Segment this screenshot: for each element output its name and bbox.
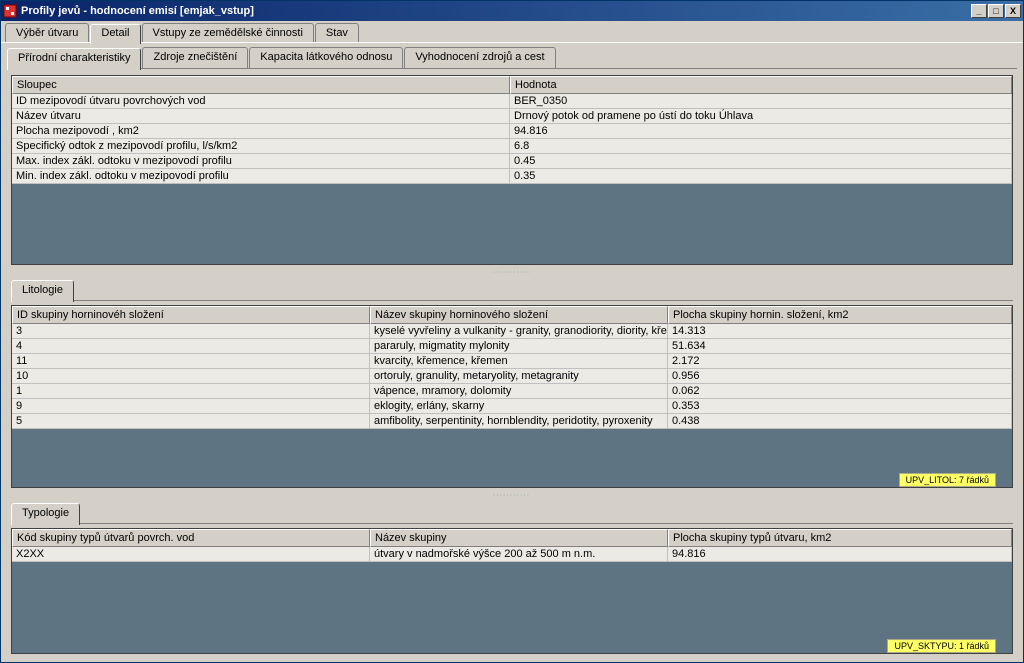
app-icon bbox=[3, 4, 17, 18]
maximize-button[interactable]: □ bbox=[988, 4, 1004, 18]
table-cell: kyselé vyvřeliny a vulkanity - granity, … bbox=[370, 324, 668, 339]
grid2-header: ID skupiny horninovéh složení Název skup… bbox=[12, 306, 1012, 324]
grid2-col-id[interactable]: ID skupiny horninovéh složení bbox=[12, 306, 370, 324]
tab-detail[interactable]: Detail bbox=[90, 24, 140, 44]
grid-characteristics: Sloupec Hodnota ID mezipovodí útvaru pov… bbox=[11, 75, 1013, 265]
tab-stav[interactable]: Stav bbox=[315, 23, 359, 43]
close-button[interactable]: X bbox=[1005, 4, 1021, 18]
tab-litologie[interactable]: Litologie bbox=[11, 280, 74, 302]
grid1-col-hodnota[interactable]: Hodnota bbox=[510, 76, 1012, 94]
table-row[interactable]: 4pararuly, migmatity mylonity51.634 bbox=[12, 339, 1012, 354]
table-row[interactable]: 11kvarcity, křemence, křemen2.172 bbox=[12, 354, 1012, 369]
table-cell: 9 bbox=[12, 399, 370, 414]
table-cell: amfibolity, serpentinity, hornblendity, … bbox=[370, 414, 668, 429]
table-cell: 0.438 bbox=[668, 414, 1012, 429]
grid2-col-nazev[interactable]: Název skupiny horninového složení bbox=[370, 306, 668, 324]
table-cell: 1 bbox=[12, 384, 370, 399]
table-row[interactable]: Max. index zákl. odtoku v mezipovodí pro… bbox=[12, 154, 1012, 169]
section-typologie-tabs: Typologie bbox=[11, 502, 1013, 524]
grid3-col-kod[interactable]: Kód skupiny typů útvarů povrch. vod bbox=[12, 529, 370, 547]
table-row[interactable]: Plocha mezipovodí , km294.816 bbox=[12, 124, 1012, 139]
grid3-header: Kód skupiny typů útvarů povrch. vod Náze… bbox=[12, 529, 1012, 547]
table-cell: 4 bbox=[12, 339, 370, 354]
table-cell: 94.816 bbox=[510, 124, 1012, 139]
subtab-kapacita[interactable]: Kapacita látkového odnosu bbox=[249, 47, 403, 69]
table-row[interactable]: 3kyselé vyvřeliny a vulkanity - granity,… bbox=[12, 324, 1012, 339]
splitter-1[interactable]: ••••••••••• bbox=[7, 269, 1017, 275]
grid3-col-plocha[interactable]: Plocha skupiny typů útvaru, km2 bbox=[668, 529, 1012, 547]
table-row[interactable]: Min. index zákl. odtoku v mezipovodí pro… bbox=[12, 169, 1012, 184]
table-row[interactable]: 9eklogity, erlány, skarny0.353 bbox=[12, 399, 1012, 414]
table-cell: ID mezipovodí útvaru povrchových vod bbox=[12, 94, 510, 109]
table-row[interactable]: Specifický odtok z mezipovodí profilu, l… bbox=[12, 139, 1012, 154]
subtab-vyhodnoceni[interactable]: Vyhodnocení zdrojů a cest bbox=[404, 47, 555, 69]
titlebar: Profily jevů - hodnocení emisí [emjak_vs… bbox=[1, 1, 1023, 21]
table-row[interactable]: Název útvaruDrnový potok od pramene po ú… bbox=[12, 109, 1012, 124]
table-cell: BER_0350 bbox=[510, 94, 1012, 109]
table-cell: 0.35 bbox=[510, 169, 1012, 184]
table-cell: 3 bbox=[12, 324, 370, 339]
table-cell: vápence, mramory, dolomity bbox=[370, 384, 668, 399]
grid3-fill: UPV_SKTYPU: 1 řádků bbox=[12, 562, 1012, 653]
table-row[interactable]: ID mezipovodí útvaru povrchových vodBER_… bbox=[12, 94, 1012, 109]
status-typologie: UPV_SKTYPU: 1 řádků bbox=[887, 639, 996, 653]
table-cell: Max. index zákl. odtoku v mezipovodí pro… bbox=[12, 154, 510, 169]
tab-vyber-utvaru[interactable]: Výběr útvaru bbox=[5, 23, 89, 43]
table-row[interactable]: 10ortoruly, granulity, metaryolity, meta… bbox=[12, 369, 1012, 384]
subtab-zdroje[interactable]: Zdroje znečištění bbox=[142, 47, 248, 69]
grid1-body: ID mezipovodí útvaru povrchových vodBER_… bbox=[12, 94, 1012, 184]
table-cell: 2.172 bbox=[668, 354, 1012, 369]
app-window: Profily jevů - hodnocení emisí [emjak_vs… bbox=[0, 0, 1024, 663]
table-cell: 5 bbox=[12, 414, 370, 429]
table-cell: 14.313 bbox=[668, 324, 1012, 339]
table-cell: 10 bbox=[12, 369, 370, 384]
sub-tabs: Přírodní charakteristiky Zdroje znečiště… bbox=[7, 47, 1017, 69]
section-litologie-tabs: Litologie bbox=[11, 279, 1013, 301]
grid1-header: Sloupec Hodnota bbox=[12, 76, 1012, 94]
grid-typologie: Kód skupiny typů útvarů povrch. vod Náze… bbox=[11, 528, 1013, 654]
tab-vstupy[interactable]: Vstupy ze zemědělské činnosti bbox=[142, 23, 314, 43]
grid2-body: 3kyselé vyvřeliny a vulkanity - granity,… bbox=[12, 324, 1012, 429]
table-cell: Název útvaru bbox=[12, 109, 510, 124]
splitter-2[interactable]: ••••••••••• bbox=[7, 492, 1017, 498]
table-cell: útvary v nadmořské výšce 200 až 500 m n.… bbox=[370, 547, 668, 562]
table-cell: 94.816 bbox=[668, 547, 1012, 562]
table-cell: kvarcity, křemence, křemen bbox=[370, 354, 668, 369]
table-cell: Plocha mezipovodí , km2 bbox=[12, 124, 510, 139]
table-cell: Specifický odtok z mezipovodí profilu, l… bbox=[12, 139, 510, 154]
table-cell: 0.956 bbox=[668, 369, 1012, 384]
minimize-button[interactable]: _ bbox=[971, 4, 987, 18]
table-row[interactable]: X2XXútvary v nadmořské výšce 200 až 500 … bbox=[12, 547, 1012, 562]
window-title: Profily jevů - hodnocení emisí [emjak_vs… bbox=[21, 5, 971, 17]
table-cell: ortoruly, granulity, metaryolity, metagr… bbox=[370, 369, 668, 384]
table-cell: 0.062 bbox=[668, 384, 1012, 399]
subtab-prirodni[interactable]: Přírodní charakteristiky bbox=[7, 48, 141, 70]
table-cell: 51.634 bbox=[668, 339, 1012, 354]
grid1-fill bbox=[12, 184, 1012, 264]
grid2-fill: UPV_LITOL: 7 řádků bbox=[12, 429, 1012, 487]
window-controls: _ □ X bbox=[971, 4, 1021, 18]
content-area: Přírodní charakteristiky Zdroje znečiště… bbox=[1, 43, 1023, 662]
status-litologie: UPV_LITOL: 7 řádků bbox=[899, 473, 996, 487]
tab-typologie[interactable]: Typologie bbox=[11, 503, 80, 525]
table-cell: Min. index zákl. odtoku v mezipovodí pro… bbox=[12, 169, 510, 184]
table-cell: pararuly, migmatity mylonity bbox=[370, 339, 668, 354]
table-row[interactable]: 1vápence, mramory, dolomity0.062 bbox=[12, 384, 1012, 399]
grid3-body: X2XXútvary v nadmořské výšce 200 až 500 … bbox=[12, 547, 1012, 562]
table-cell: eklogity, erlány, skarny bbox=[370, 399, 668, 414]
table-cell: Drnový potok od pramene po ústí do toku … bbox=[510, 109, 1012, 124]
table-cell: 0.353 bbox=[668, 399, 1012, 414]
table-cell: 11 bbox=[12, 354, 370, 369]
grid-litologie: ID skupiny horninovéh složení Název skup… bbox=[11, 305, 1013, 488]
grid2-col-plocha[interactable]: Plocha skupiny hornin. složení, km2 bbox=[668, 306, 1012, 324]
grid3-col-nazev[interactable]: Název skupiny bbox=[370, 529, 668, 547]
main-tabs: Výběr útvaru Detail Vstupy ze zemědělské… bbox=[1, 21, 1023, 43]
table-cell: 6.8 bbox=[510, 139, 1012, 154]
grid1-col-sloupec[interactable]: Sloupec bbox=[12, 76, 510, 94]
table-cell: 0.45 bbox=[510, 154, 1012, 169]
table-row[interactable]: 5amfibolity, serpentinity, hornblendity,… bbox=[12, 414, 1012, 429]
table-cell: X2XX bbox=[12, 547, 370, 562]
